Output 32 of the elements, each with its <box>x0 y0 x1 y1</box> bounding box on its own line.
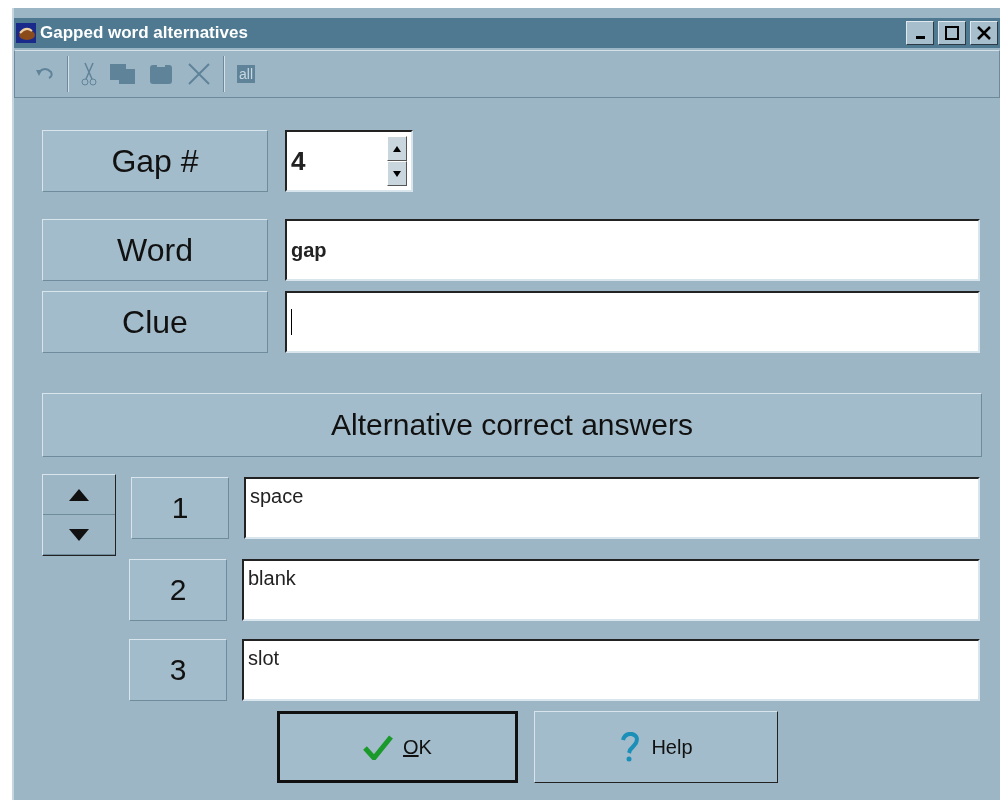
answer-number: 1 <box>131 477 229 539</box>
maximize-button[interactable] <box>938 21 966 45</box>
answer-number: 2 <box>129 559 227 621</box>
word-label: Word <box>42 219 268 281</box>
minimize-icon <box>915 36 925 39</box>
up-arrow-icon <box>393 145 401 152</box>
down-arrow-icon <box>393 170 401 177</box>
window-title: Gapped word alternatives <box>40 23 249 43</box>
word-field[interactable]: gap <box>285 219 980 281</box>
answer-field[interactable]: slot <box>242 639 980 701</box>
alternatives-heading: Alternative correct answers <box>42 393 982 457</box>
close-icon <box>977 26 991 40</box>
help-button[interactable]: Help <box>534 711 778 783</box>
down-arrow-icon <box>69 528 89 541</box>
minimize-button[interactable] <box>906 21 934 45</box>
spin-down-button[interactable] <box>387 161 407 186</box>
maximize-icon <box>945 26 959 40</box>
clue-field[interactable] <box>285 291 980 353</box>
gap-label: Gap # <box>42 130 268 192</box>
question-mark-icon <box>619 732 642 762</box>
up-arrow-icon <box>69 488 89 501</box>
spin-up-button[interactable] <box>387 136 407 161</box>
ok-button[interactable]: OK <box>277 711 518 783</box>
clue-label: Clue <box>42 291 268 353</box>
reorder-buttons[interactable] <box>42 474 116 556</box>
app-icon <box>16 23 36 43</box>
checkmark-icon <box>363 734 394 760</box>
gap-number-spinner[interactable]: 4 <box>285 130 413 192</box>
answer-number: 3 <box>129 639 227 701</box>
answer-field[interactable]: space <box>244 477 980 539</box>
close-button[interactable] <box>970 21 998 45</box>
answer-field[interactable]: blank <box>242 559 980 621</box>
